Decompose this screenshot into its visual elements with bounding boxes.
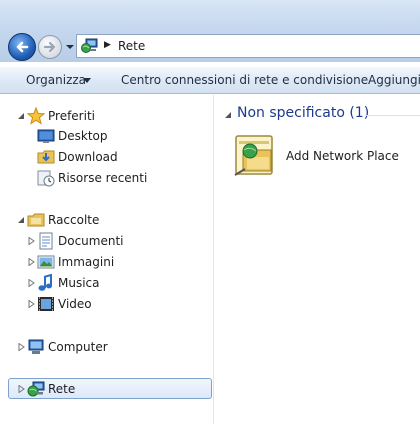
breadcrumb-segment[interactable]: Rete bbox=[118, 39, 145, 53]
video-icon bbox=[38, 297, 54, 311]
tree-label: Risorse recenti bbox=[58, 171, 148, 185]
tree-label: Rete bbox=[48, 382, 76, 396]
add-printer-button[interactable]: Aggiungi bbox=[368, 73, 420, 87]
libraries-icon bbox=[27, 213, 45, 227]
tree-item-network[interactable]: Rete bbox=[8, 378, 212, 399]
collapsed-triangle-icon[interactable] bbox=[28, 258, 36, 266]
breadcrumb-separator-icon[interactable]: ▶ bbox=[104, 40, 111, 50]
desktop-icon bbox=[37, 129, 55, 143]
tree-label: Download bbox=[58, 150, 118, 164]
group-expanded-triangle-icon[interactable] bbox=[224, 111, 232, 119]
collapsed-triangle-icon[interactable] bbox=[18, 385, 26, 393]
network-icon bbox=[27, 381, 45, 397]
music-icon bbox=[38, 274, 52, 291]
navigation-pane: Preferiti Desktop Download Risorse recen… bbox=[0, 95, 214, 424]
forward-button[interactable] bbox=[38, 35, 62, 59]
network-icon bbox=[81, 38, 98, 53]
tree-label: Video bbox=[58, 297, 92, 311]
address-bar-region: ▶ Rete bbox=[0, 0, 420, 62]
computer-icon bbox=[28, 339, 44, 354]
tree-item-video[interactable]: Video bbox=[0, 294, 214, 314]
tree-label: Preferiti bbox=[48, 109, 95, 123]
command-bar: Organizza Centro connessioni di rete e c… bbox=[0, 66, 420, 94]
download-folder-icon bbox=[37, 150, 55, 164]
group-divider bbox=[365, 115, 420, 116]
tree-item-documents[interactable]: Documenti bbox=[0, 231, 214, 251]
forward-arrow-icon bbox=[43, 41, 56, 53]
documents-icon bbox=[39, 232, 53, 250]
tree-label: Computer bbox=[48, 340, 108, 354]
list-item-label: Add Network Place bbox=[286, 149, 399, 163]
expanded-triangle-icon[interactable] bbox=[17, 216, 25, 224]
back-arrow-icon bbox=[16, 41, 29, 53]
tree-label: Raccolte bbox=[48, 213, 100, 227]
tree-label: Documenti bbox=[58, 234, 124, 248]
content-pane: Non specificato (1) Add Network Place bbox=[215, 95, 420, 424]
tree-item-pictures[interactable]: Immagini bbox=[0, 252, 214, 272]
tree-item-recent-places[interactable]: Risorse recenti bbox=[0, 168, 214, 188]
back-button[interactable] bbox=[8, 33, 36, 61]
expanded-triangle-icon[interactable] bbox=[17, 112, 25, 120]
tree-item-libraries[interactable]: Raccolte bbox=[0, 210, 214, 230]
tree-label: Immagini bbox=[58, 255, 115, 269]
pictures-icon bbox=[37, 255, 55, 269]
network-sharing-center-button[interactable]: Centro connessioni di rete e condivision… bbox=[121, 73, 368, 87]
collapsed-triangle-icon[interactable] bbox=[28, 300, 36, 308]
tree-item-download[interactable]: Download bbox=[0, 147, 214, 167]
collapsed-triangle-icon[interactable] bbox=[18, 343, 26, 351]
recent-places-icon bbox=[37, 170, 55, 187]
tree-item-favorites[interactable]: Preferiti bbox=[0, 106, 214, 126]
tree-label: Musica bbox=[58, 276, 100, 290]
collapsed-triangle-icon[interactable] bbox=[28, 237, 36, 245]
tree-item-computer[interactable]: Computer bbox=[0, 337, 214, 357]
star-icon bbox=[27, 107, 45, 125]
address-field[interactable]: ▶ Rete bbox=[76, 34, 420, 58]
history-dropdown-icon[interactable] bbox=[65, 43, 75, 51]
chevron-down-icon[interactable] bbox=[83, 78, 91, 83]
tree-label: Desktop bbox=[58, 129, 108, 143]
collapsed-triangle-icon[interactable] bbox=[28, 279, 36, 287]
tree-item-music[interactable]: Musica bbox=[0, 273, 214, 293]
add-network-place-icon bbox=[234, 135, 273, 176]
group-header[interactable]: Non specificato (1) bbox=[237, 105, 369, 121]
tree-item-desktop[interactable]: Desktop bbox=[0, 126, 214, 146]
organize-button[interactable]: Organizza bbox=[26, 73, 86, 87]
